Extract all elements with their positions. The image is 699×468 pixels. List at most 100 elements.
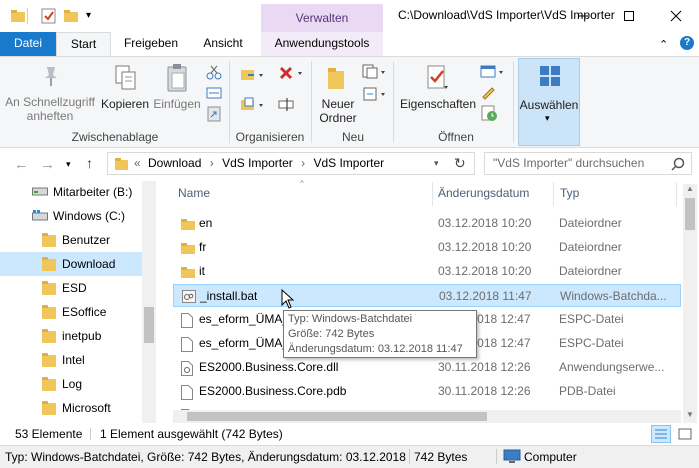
nav-item-label: Mitarbeiter (B:) (53, 185, 133, 199)
delete-button[interactable] (278, 66, 304, 82)
column-header-name[interactable]: Name (178, 186, 210, 200)
breadcrumb-item[interactable]: VdS Importer (222, 156, 293, 170)
column-divider[interactable] (432, 182, 433, 206)
copy-to-button[interactable] (240, 96, 264, 112)
nav-item[interactable]: Microsoft (0, 396, 142, 420)
forward-arrow-icon[interactable]: → (40, 156, 55, 173)
breadcrumb-item[interactable]: Download (148, 156, 201, 170)
nav-item[interactable]: Benutzer (0, 228, 142, 252)
new-item-icon[interactable] (362, 64, 386, 80)
status-size: 742 Bytes (414, 450, 468, 464)
file-list-scrollbar-thumb[interactable] (685, 198, 695, 230)
paste-button[interactable]: Einfügen (152, 62, 202, 112)
column-header-type[interactable]: Typ (560, 186, 579, 200)
column-divider[interactable] (553, 182, 554, 206)
nav-scrollbar-thumb[interactable] (144, 307, 154, 343)
file-row[interactable]: ES2000.Business.Core.pdb 30.11.2018 12:26… (173, 380, 681, 403)
back-arrow-icon[interactable]: ← (14, 156, 29, 173)
move-to-icon (241, 70, 263, 80)
file-row[interactable]: _install.bat 03.12.2018 11:47 Windows-Batc… (173, 284, 681, 307)
history-icon[interactable] (480, 104, 498, 122)
large-icons-view-button[interactable] (675, 425, 695, 443)
address-dropdown-icon[interactable]: ▾ (434, 158, 439, 169)
cut-icon[interactable] (206, 64, 222, 80)
folder-icon (42, 257, 56, 271)
easy-access-icon[interactable] (362, 86, 386, 102)
address-bar[interactable]: « Download › VdS Importer › VdS Importer… (107, 152, 475, 175)
scroll-down-icon[interactable]: ▼ (686, 410, 694, 419)
column-divider[interactable] (676, 182, 677, 206)
paste-shortcut-icon[interactable] (206, 106, 222, 122)
tab-datei[interactable]: Datei (0, 32, 56, 56)
properties-button[interactable]: Eigenschaften (399, 62, 477, 128)
pin-icon (45, 67, 57, 86)
maximize-button[interactable] (606, 0, 652, 32)
collapse-ribbon-icon[interactable]: ⌃ (659, 38, 668, 51)
new-folder-icon (328, 68, 344, 89)
nav-item[interactable]: Intel (0, 348, 142, 372)
select-button[interactable]: Auswählen ▾ (518, 58, 580, 146)
search-input[interactable]: "VdS Importer" durchsuchen (484, 152, 692, 175)
tab-start[interactable]: Start (56, 32, 111, 57)
file-name: ES2000.Business.Core.pdb (199, 384, 347, 398)
chevron-down-icon: ▾ (545, 113, 550, 123)
column-header-date[interactable]: Änderungsdatum (438, 186, 529, 200)
nav-item[interactable]: Log (0, 372, 142, 396)
nav-item[interactable]: Windows (C:) (0, 204, 142, 228)
customize-quick-access-icon[interactable]: ▾ (86, 10, 91, 21)
pin-quick-access-button[interactable]: An Schnellzugriff anheften (4, 62, 96, 128)
breadcrumb-separator-icon[interactable]: › (210, 156, 214, 170)
horizontal-scrollbar-thumb[interactable] (187, 412, 487, 421)
file-icon (181, 337, 193, 352)
help-icon[interactable]: ? (680, 36, 694, 50)
file-row[interactable]: it 03.12.2018 10:20 Dateiordner (173, 260, 681, 283)
file-row[interactable]: fr 03.12.2018 10:20 Dateiordner (173, 236, 681, 259)
new-folder-quick-icon[interactable] (63, 7, 81, 25)
nav-item[interactable]: ESD (0, 276, 142, 300)
file-date: 03.12.2018 11:47 (439, 289, 532, 303)
file-type: Dateiordner (559, 240, 622, 254)
file-row[interactable]: ES2000.Business.Core.dll 30.11.2018 12:26… (173, 356, 681, 379)
scroll-up-icon[interactable]: ▲ (686, 184, 694, 193)
file-list-scrollbar[interactable]: ▲ ▼ (683, 184, 697, 423)
status-item-count: 53 Elemente (15, 427, 83, 441)
tab-ansicht[interactable]: Ansicht (190, 32, 256, 56)
nav-item[interactable]: Mitarbeiter (B:) (0, 180, 142, 204)
edit-icon[interactable] (480, 84, 496, 100)
minimize-button[interactable] (560, 0, 606, 32)
refresh-icon[interactable]: ↻ (454, 155, 466, 172)
pin-quick-access-label: An Schnellzugriff anheften (5, 95, 95, 123)
breadcrumb: Download › VdS Importer › VdS Importer (148, 156, 384, 170)
breadcrumb-separator-icon[interactable]: › (301, 156, 305, 170)
recent-locations-icon[interactable]: ▾ (66, 159, 71, 170)
nav-item[interactable]: inetpub (0, 324, 142, 348)
nav-scrollbar[interactable] (142, 181, 156, 423)
folder-icon (42, 353, 56, 367)
search-icon[interactable] (671, 157, 685, 171)
details-view-button[interactable] (651, 425, 671, 443)
tab-anwendungstools[interactable]: Anwendungstools (261, 32, 383, 56)
up-arrow-icon[interactable]: ↑ (86, 155, 93, 171)
copy-button[interactable]: Kopieren (100, 62, 150, 112)
new-folder-button[interactable]: Neuer Ordner (316, 62, 360, 128)
nav-item[interactable]: Download (0, 252, 142, 276)
overflow-chevron[interactable]: « (134, 156, 141, 170)
move-to-button[interactable] (240, 66, 264, 82)
file-row[interactable]: en 03.12.2018 10:20 Dateiordner (173, 212, 681, 235)
horizontal-scrollbar[interactable] (173, 410, 681, 423)
close-button[interactable] (652, 0, 699, 32)
nav-item-label: ESD (62, 281, 87, 295)
file-type: Anwendungserwe... (559, 360, 665, 374)
folder-icon (42, 305, 56, 319)
open-icon[interactable] (480, 64, 504, 80)
rename-button[interactable] (278, 96, 294, 112)
properties-icon (427, 65, 448, 89)
copy-path-icon[interactable] (206, 86, 222, 100)
tab-freigeben[interactable]: Freigeben (112, 32, 190, 56)
file-icon (181, 313, 193, 328)
file-type: Windows-Batchda... (560, 289, 667, 303)
properties-quick-icon[interactable] (40, 7, 58, 25)
divider (27, 8, 28, 24)
nav-item[interactable]: ESoffice (0, 300, 142, 324)
breadcrumb-item[interactable]: VdS Importer (313, 156, 384, 170)
